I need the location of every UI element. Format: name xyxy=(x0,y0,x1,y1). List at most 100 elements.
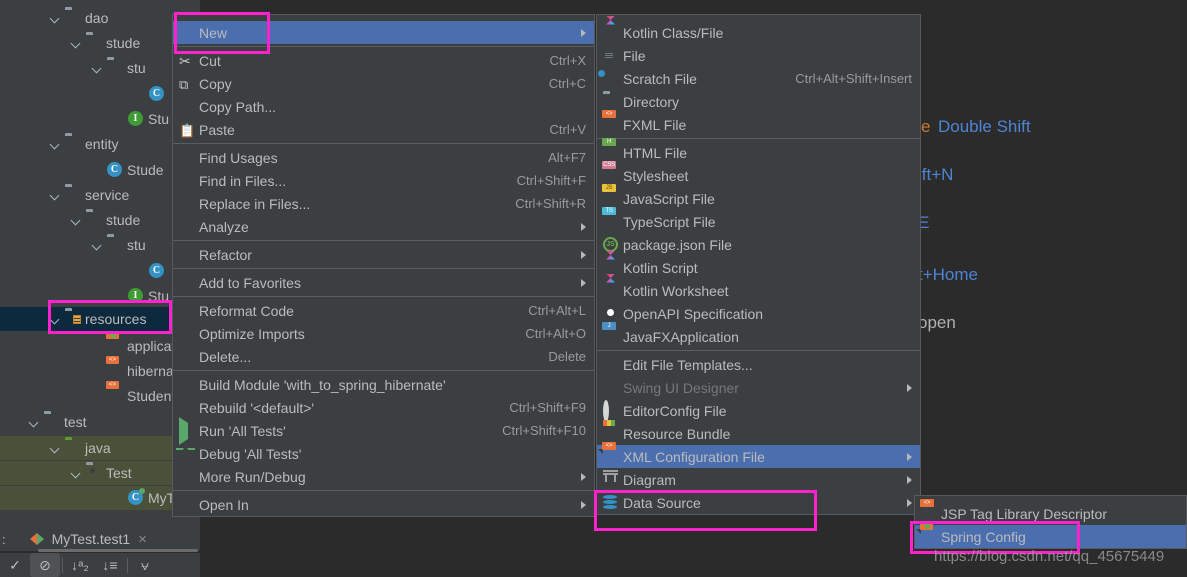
menu-item-run-all-tests[interactable]: Run 'All Tests' Ctrl+Shift+F10 xyxy=(173,416,594,445)
menu-item-stylesheet[interactable]: CSS Stylesheet xyxy=(597,160,920,187)
menu-item-kotlin-class-file[interactable]: Kotlin Class/File xyxy=(597,21,920,44)
menu-item-resource-bundle[interactable]: Resource Bundle xyxy=(597,422,920,445)
close-icon[interactable]: × xyxy=(138,531,147,548)
menu-item-jsp-tag-library-descriptor[interactable]: <> JSP Tag Library Descriptor xyxy=(915,498,1186,525)
menu-item-kotlin-script[interactable]: Kotlin Script xyxy=(597,256,920,279)
menu-item-label: Find in Files... xyxy=(199,172,287,189)
tree-item-service[interactable]: service xyxy=(0,183,200,207)
tree-item-applicati[interactable]: applicati xyxy=(0,331,200,358)
menu-item-swing-ui-designer[interactable]: Swing UI Designer xyxy=(597,376,920,399)
chevron-down-icon[interactable] xyxy=(29,417,40,428)
menu-item-copy-path[interactable]: Copy Path... xyxy=(173,95,594,118)
tree-item-stu[interactable]: I Stu xyxy=(0,284,200,308)
toolbar-divider xyxy=(127,557,128,573)
sort-alphabetically-icon[interactable]: ↓ᵃ₂ xyxy=(65,553,95,577)
menu-item-edit-file-templates[interactable]: Edit File Templates... xyxy=(597,353,920,376)
chevron-down-icon[interactable] xyxy=(71,38,82,49)
menu-item-icon-slot: JS xyxy=(602,183,623,207)
menu-item-icon-slot: JS xyxy=(603,236,623,253)
menu-item-delete[interactable]: Delete... Delete xyxy=(173,345,594,368)
menu-item-label: JSP Tag Library Descriptor xyxy=(941,505,1107,522)
menu-item-openapi-specification[interactable]: OpenAPI Specification xyxy=(597,302,920,325)
cut-icon: ✂ xyxy=(179,52,191,69)
menu-separator xyxy=(173,296,594,297)
menu-item-debug-all-tests[interactable]: Debug 'All Tests' xyxy=(173,442,594,465)
menu-item-diagram[interactable]: Diagram xyxy=(597,468,920,491)
menu-item-add-to-favorites[interactable]: Add to Favorites xyxy=(173,271,594,294)
menu-item-analyze[interactable]: Analyze xyxy=(173,215,594,238)
menu-item-editorconfig-file[interactable]: EditorConfig File xyxy=(597,399,920,422)
chevron-down-icon[interactable] xyxy=(50,13,61,24)
tree-item-dao[interactable]: dao xyxy=(0,6,200,30)
menu-item-label: XML Configuration File xyxy=(623,448,765,465)
menu-item-copy[interactable]: ⧉ Copy Ctrl+C xyxy=(173,72,594,95)
tree-item-stude[interactable]: stude xyxy=(0,208,200,232)
menu-item-package-json-file[interactable]: JS package.json File xyxy=(597,233,920,256)
sort-by-duration-icon[interactable]: ↓≡ xyxy=(95,553,125,577)
tree-item-node-3[interactable]: C xyxy=(0,82,200,106)
hide-ignored-icon[interactable]: ⊘ xyxy=(30,553,60,577)
chevron-down-icon[interactable] xyxy=(50,139,61,150)
menu-item-fxml-file[interactable]: <> FXML File xyxy=(597,109,920,136)
tree-item-stude[interactable]: stude xyxy=(0,31,200,55)
menu-item-cut[interactable]: ✂ Cut Ctrl+X xyxy=(173,49,594,72)
menu-item-find-in-files[interactable]: Find in Files... Ctrl+Shift+F xyxy=(173,169,594,192)
menu-item-icon-slot: ✂ xyxy=(179,53,199,69)
tab-scrollbar[interactable] xyxy=(38,549,198,552)
menu-item-refactor[interactable]: Refactor xyxy=(173,243,594,266)
menu-item-file[interactable]: File xyxy=(597,44,920,67)
menu-item-html-file[interactable]: H HTML File xyxy=(597,137,920,164)
menu-item-xml-configuration-file[interactable]: <> XML Configuration File xyxy=(597,441,920,468)
tree-item-stu[interactable]: stu xyxy=(0,56,200,80)
menu-item-build-module-with-to-spring-hibernate[interactable]: Build Module 'with_to_spring_hibernate' xyxy=(173,373,594,396)
menu-item-javafxapplication[interactable]: J JavaFXApplication xyxy=(597,321,920,348)
tree-item-test[interactable]: Test xyxy=(0,461,200,485)
menu-item-optimize-imports[interactable]: Optimize Imports Ctrl+Alt+O xyxy=(173,322,594,345)
menu-item-kotlin-worksheet[interactable]: Kotlin Worksheet xyxy=(597,279,920,302)
spring-config-icon xyxy=(106,331,123,354)
menu-item-data-source[interactable]: Data Source xyxy=(597,491,920,514)
menu-item-rebuild-default[interactable]: Rebuild '<default>' Ctrl+Shift+F9 xyxy=(173,396,594,419)
menu-item-find-usages[interactable]: Find Usages Alt+F7 xyxy=(173,146,594,169)
xml-submenu[interactable]: <> JSP Tag Library Descriptor Spring Confi… xyxy=(914,495,1187,549)
menu-item-shortcut: Ctrl+Shift+F xyxy=(516,173,586,188)
chevron-down-icon[interactable] xyxy=(92,240,103,251)
menu-separator xyxy=(173,490,594,491)
menu-item-new[interactable]: New xyxy=(173,21,594,44)
chevron-down-icon[interactable] xyxy=(92,63,103,74)
menu-item-open-in[interactable]: Open In xyxy=(173,493,594,516)
chevron-down-icon[interactable] xyxy=(71,468,82,479)
tree-item-node-10[interactable]: C xyxy=(0,259,200,283)
tree-item-java[interactable]: java xyxy=(0,436,200,460)
folder-icon xyxy=(65,10,81,26)
chevron-down-icon[interactable] xyxy=(50,314,61,325)
menu-item-directory[interactable]: Directory xyxy=(597,90,920,113)
menu-item-reformat-code[interactable]: Reformat Code Ctrl+Alt+L xyxy=(173,299,594,322)
tree-item-entity[interactable]: entity xyxy=(0,132,200,156)
chevron-down-icon[interactable] xyxy=(71,215,82,226)
menu-item-javascript-file[interactable]: JS JavaScript File xyxy=(597,183,920,210)
tree-item-hibernat[interactable]: <> hibernat xyxy=(0,356,200,383)
tree-item-stu[interactable]: I Stu xyxy=(0,107,200,131)
tree-item-test[interactable]: test xyxy=(0,410,200,434)
new-submenu[interactable]: Kotlin Class/File File Scratch File Ctrl+Al… xyxy=(596,14,921,515)
context-menu[interactable]: New ✂ Cut Ctrl+X ⧉ Copy Ctrl+C Copy Path... 📋 Pas… xyxy=(172,14,595,517)
tree-item-stu[interactable]: stu xyxy=(0,233,200,257)
chevron-down-icon[interactable] xyxy=(50,190,61,201)
menu-item-replace-in-files[interactable]: Replace in Files... Ctrl+Shift+R xyxy=(173,192,594,215)
tree-item-stude[interactable]: C Stude xyxy=(0,158,200,182)
project-tool-window[interactable]: dao stude stu C I Stu entity C Stude service stude… xyxy=(0,0,200,527)
test-run-tab[interactable]: : MyTest.test1 × xyxy=(0,527,200,551)
expand-collapse-icon[interactable]: ⩝ xyxy=(130,553,160,577)
menu-item-typescript-file[interactable]: TS TypeScript File xyxy=(597,206,920,233)
tree-item-myte[interactable]: C MyTe xyxy=(0,486,200,510)
menu-item-more-run-debug[interactable]: More Run/Debug xyxy=(173,465,594,488)
menu-item-scratch-file[interactable]: Scratch File Ctrl+Alt+Shift+Insert xyxy=(597,67,920,90)
test-runner-toolbar[interactable]: ✓ ⊘ ↓ᵃ₂ ↓≡ ⩝ xyxy=(0,553,200,577)
menu-item-paste[interactable]: 📋 Paste Ctrl+V xyxy=(173,118,594,141)
chevron-down-icon[interactable] xyxy=(50,443,61,454)
show-passed-icon[interactable]: ✓ xyxy=(0,553,30,577)
tree-item-resources[interactable]: resources xyxy=(0,307,200,331)
tree-item-student-[interactable]: <> Student. xyxy=(0,381,200,408)
menu-item-spring-config[interactable]: Spring Config xyxy=(915,521,1186,548)
